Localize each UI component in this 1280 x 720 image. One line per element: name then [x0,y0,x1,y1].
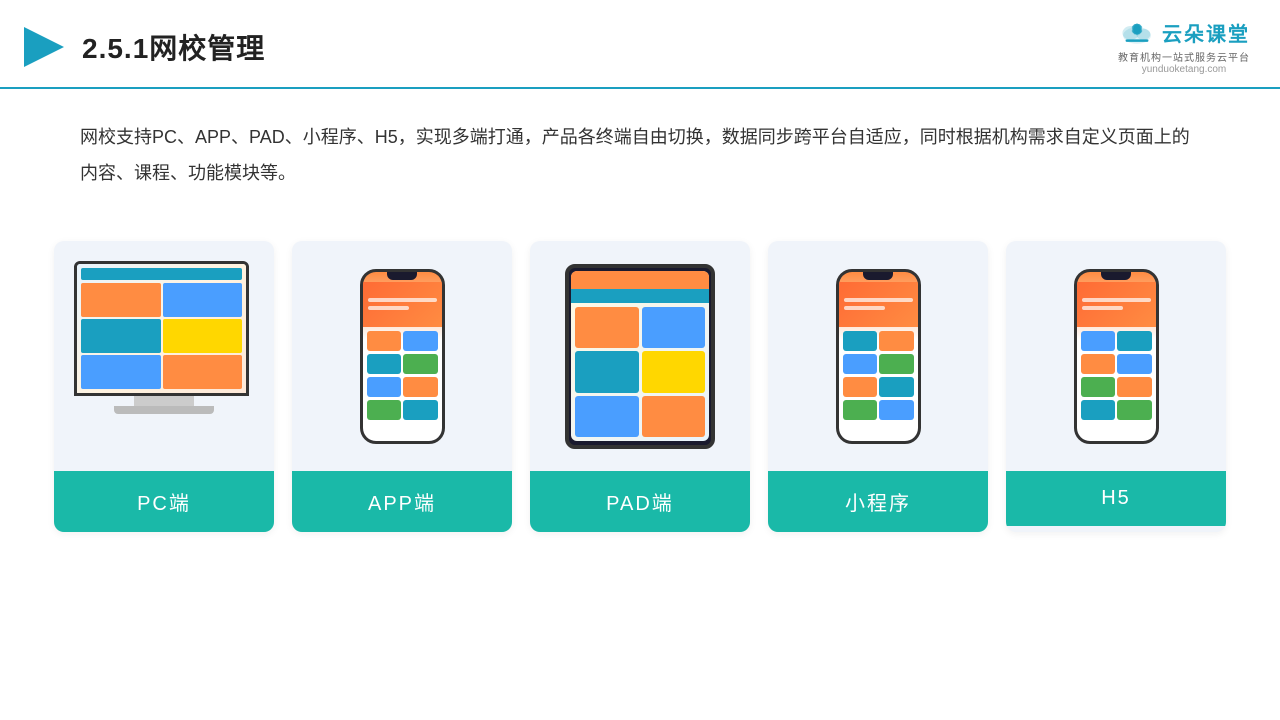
cloud-icon [1118,19,1156,47]
header: 2.5.1网校管理 云朵课堂 教育机构一站式服务云平台 yund [0,0,1280,89]
card-miniapp-label: 小程序 [768,471,988,532]
phone-mockup-app [360,269,445,444]
pc-mockup [74,261,254,451]
logo-url: yunduoketang.com [1142,64,1227,75]
tablet-mockup [565,264,715,449]
logo-name: 云朵课堂 [1162,18,1250,47]
header-left: 2.5.1网校管理 [20,23,265,71]
card-app: APP端 [292,241,512,532]
description-content: 网校支持PC、APP、PAD、小程序、H5，实现多端打通，产品各终端自由切换，数… [80,127,1190,183]
play-icon [20,23,68,71]
card-h5-label: H5 [1006,471,1226,526]
card-pad-label: PAD端 [530,471,750,532]
card-pc-label: PC端 [54,471,274,532]
card-app-label: APP端 [292,471,512,532]
card-h5-image [1006,241,1226,471]
phone-mockup-h5 [1074,269,1159,444]
card-pc-image [54,241,274,471]
cards-container: PC端 [0,211,1280,532]
phone-mockup-miniapp [836,269,921,444]
logo-cloud: 云朵课堂 [1118,18,1250,47]
logo-tagline: 教育机构一站式服务云平台 [1118,49,1250,64]
card-pad-image [530,241,750,471]
card-pad: PAD端 [530,241,750,532]
card-pc: PC端 [54,241,274,532]
logo-area: 云朵课堂 教育机构一站式服务云平台 yunduoketang.com [1118,18,1250,75]
card-app-image [292,241,512,471]
page-title: 2.5.1网校管理 [82,27,265,67]
card-miniapp-image [768,241,988,471]
card-h5: H5 [1006,241,1226,532]
description-text: 网校支持PC、APP、PAD、小程序、H5，实现多端打通，产品各终端自由切换，数… [0,89,1280,201]
card-miniapp: 小程序 [768,241,988,532]
